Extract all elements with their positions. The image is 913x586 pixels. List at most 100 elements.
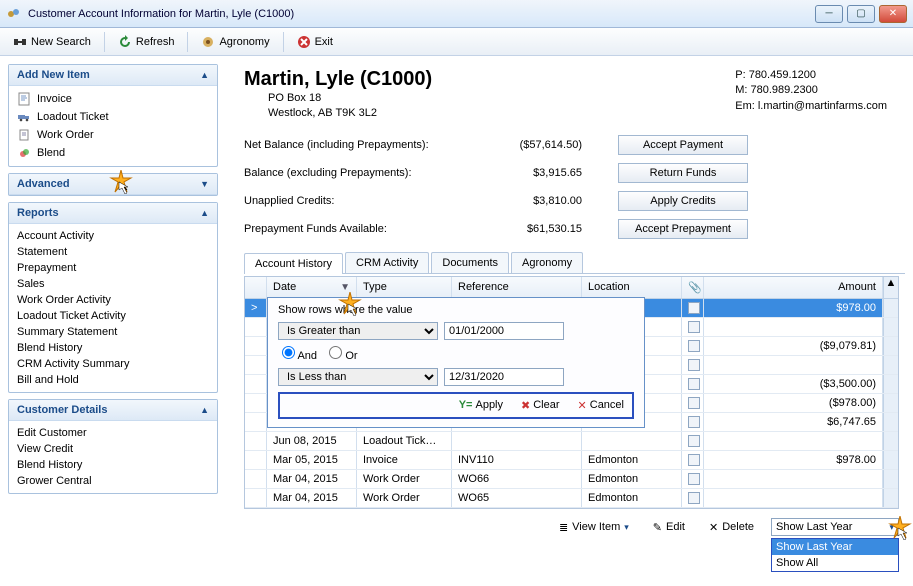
filter-and-radio[interactable]: And	[282, 350, 317, 362]
table-row[interactable]: Mar 04, 2015Work OrderWO66Edmonton	[245, 470, 898, 489]
filter-op1-select[interactable]: Is Greater than	[278, 322, 438, 340]
sidebar-item-statement[interactable]: Statement	[15, 244, 211, 260]
table-row[interactable]: Jun 08, 2015Loadout Tick…	[245, 432, 898, 451]
tab-documents[interactable]: Documents	[431, 252, 509, 273]
filter-val1-input[interactable]	[444, 322, 564, 340]
contact-block: P: 780.459.1200 M: 780.989.2300 Em: l.ma…	[735, 68, 887, 122]
accept-payment-button[interactable]: Accept Payment	[618, 135, 748, 155]
cell-amount	[704, 318, 883, 336]
tab-account-history[interactable]: Account History	[244, 253, 343, 274]
delete-button[interactable]: ✕Delete	[702, 517, 761, 538]
cell-attachment[interactable]	[682, 299, 704, 317]
tab-crm-activity[interactable]: CRM Activity	[345, 252, 429, 273]
table-row[interactable]: Mar 05, 2015InvoiceINV110Edmonton$978.00	[245, 451, 898, 470]
col-amount[interactable]: Amount	[704, 277, 883, 298]
view-item-button[interactable]: ≣View Item▾	[552, 517, 636, 538]
chevron-down-icon: ▼	[200, 179, 209, 189]
funnel-icon[interactable]: ▼	[340, 282, 350, 293]
sidebar-item-loadout-ticket[interactable]: Loadout Ticket	[15, 108, 211, 126]
cell-reference	[452, 432, 582, 450]
cell-attachment[interactable]	[682, 470, 704, 488]
panel-head-add-new-item[interactable]: Add New Item ▲	[9, 65, 217, 86]
cell-attachment[interactable]	[682, 413, 704, 431]
cell-reference: WO66	[452, 470, 582, 488]
sidebar-item-summary-statement[interactable]: Summary Statement	[15, 324, 211, 340]
col-reference[interactable]: Reference	[452, 277, 582, 298]
sidebar-item-sales[interactable]: Sales	[15, 276, 211, 292]
cell-amount: ($3,500.00)	[704, 375, 883, 393]
sidebar-item-loadout-ticket-activity[interactable]: Loadout Ticket Activity	[15, 308, 211, 324]
sidebar-item-prepayment[interactable]: Prepayment	[15, 260, 211, 276]
paperclip-icon: 📎	[688, 282, 702, 294]
delete-icon: ✕	[709, 521, 718, 534]
sidebar-item-account-activity[interactable]: Account Activity	[15, 228, 211, 244]
filter-cancel-button[interactable]: ✕Cancel	[574, 398, 628, 413]
apply-credits-button[interactable]: Apply Credits	[618, 191, 748, 211]
cell-attachment[interactable]	[682, 432, 704, 450]
col-type[interactable]: Type	[357, 277, 452, 298]
cell-amount	[704, 489, 883, 507]
sidebar-item-grower-central[interactable]: Grower Central	[15, 473, 211, 489]
date-filter-popup: Show rows where the value Is Greater tha…	[267, 297, 645, 428]
sidebar-item-work-order[interactable]: Work Order	[15, 126, 211, 144]
tabs: Account History CRM Activity Documents A…	[244, 252, 905, 274]
cell-attachment[interactable]	[682, 337, 704, 355]
table-row[interactable]: Mar 04, 2015Work OrderWO65Edmonton	[245, 489, 898, 508]
cell-attachment[interactable]	[682, 375, 704, 393]
panel-head-reports[interactable]: Reports ▲	[9, 203, 217, 224]
panel-head-customer-details[interactable]: Customer Details ▲	[9, 400, 217, 421]
tab-agronomy[interactable]: Agronomy	[511, 252, 583, 273]
new-search-button[interactable]: New Search	[4, 31, 100, 53]
panel-head-advanced[interactable]: Advanced ▼	[9, 174, 217, 195]
refresh-button[interactable]: Refresh	[109, 31, 184, 53]
sidebar-item-invoice[interactable]: Invoice	[15, 90, 211, 108]
return-funds-button[interactable]: Return Funds	[618, 163, 748, 183]
work-order-icon	[17, 128, 31, 142]
filter-or-radio[interactable]: Or	[329, 350, 357, 362]
panel-customer-details: Customer Details ▲ Edit Customer View Cr…	[8, 399, 218, 494]
filter-clear-button[interactable]: ✖Clear	[517, 398, 564, 413]
sidebar-item-blend-history-2[interactable]: Blend History	[15, 457, 211, 473]
cell-attachment[interactable]	[682, 356, 704, 374]
cell-location: Edmonton	[582, 489, 682, 507]
filter-op2-select[interactable]: Is Less than	[278, 368, 438, 386]
edit-button[interactable]: ✎Edit	[646, 517, 692, 538]
maximize-button[interactable]: ▢	[847, 5, 875, 23]
sidebar-item-edit-customer[interactable]: Edit Customer	[15, 425, 211, 441]
dd-opt-last-year[interactable]: Show Last Year	[772, 539, 898, 555]
filter-val2-input[interactable]	[444, 368, 564, 386]
cell-location: Edmonton	[582, 451, 682, 469]
cell-attachment[interactable]	[682, 318, 704, 336]
exit-button[interactable]: Exit	[288, 31, 342, 53]
cell-attachment[interactable]	[682, 451, 704, 469]
sidebar-item-crm-activity-summary[interactable]: CRM Activity Summary	[15, 356, 211, 372]
show-range-dropdown[interactable]: Show Last Year▾ Show Last Year Show All	[771, 518, 899, 536]
sidebar-item-bill-and-hold[interactable]: Bill and Hold	[15, 372, 211, 388]
dd-opt-all[interactable]: Show All	[772, 555, 898, 571]
balance-value: ($57,614.50)	[472, 139, 582, 151]
agronomy-button[interactable]: Agronomy	[192, 31, 278, 53]
list-icon: ≣	[559, 521, 568, 534]
cell-attachment[interactable]	[682, 394, 704, 412]
customer-addr2: Westlock, AB T9K 3L2	[268, 106, 432, 121]
cell-attachment[interactable]	[682, 489, 704, 507]
title-bar: Customer Account Information for Martin,…	[0, 0, 913, 28]
sidebar-item-work-order-activity[interactable]: Work Order Activity	[15, 292, 211, 308]
sidebar-item-view-credit[interactable]: View Credit	[15, 441, 211, 457]
col-location[interactable]: Location	[582, 277, 682, 298]
cell-amount: $978.00	[704, 299, 883, 317]
panel-reports: Reports ▲ Account Activity Statement Pre…	[8, 202, 218, 393]
minimize-button[interactable]: ─	[815, 5, 843, 23]
pencil-icon: ✎	[653, 521, 662, 534]
filter-apply-button[interactable]: Y=Apply	[455, 398, 507, 413]
cell-amount	[704, 432, 883, 450]
toolbar: New Search Refresh Agronomy Exit	[0, 28, 913, 56]
sidebar-item-blend-history[interactable]: Blend History	[15, 340, 211, 356]
sidebar-item-blend[interactable]: Blend	[15, 144, 211, 162]
scroll-up-icon[interactable]: ▲	[883, 277, 898, 298]
col-date[interactable]: Date▼	[267, 277, 357, 298]
cell-amount: $978.00	[704, 451, 883, 469]
close-button[interactable]: ✕	[879, 5, 907, 23]
col-attachment[interactable]: 📎	[682, 277, 704, 298]
accept-prepayment-button[interactable]: Accept Prepayment	[618, 219, 748, 239]
